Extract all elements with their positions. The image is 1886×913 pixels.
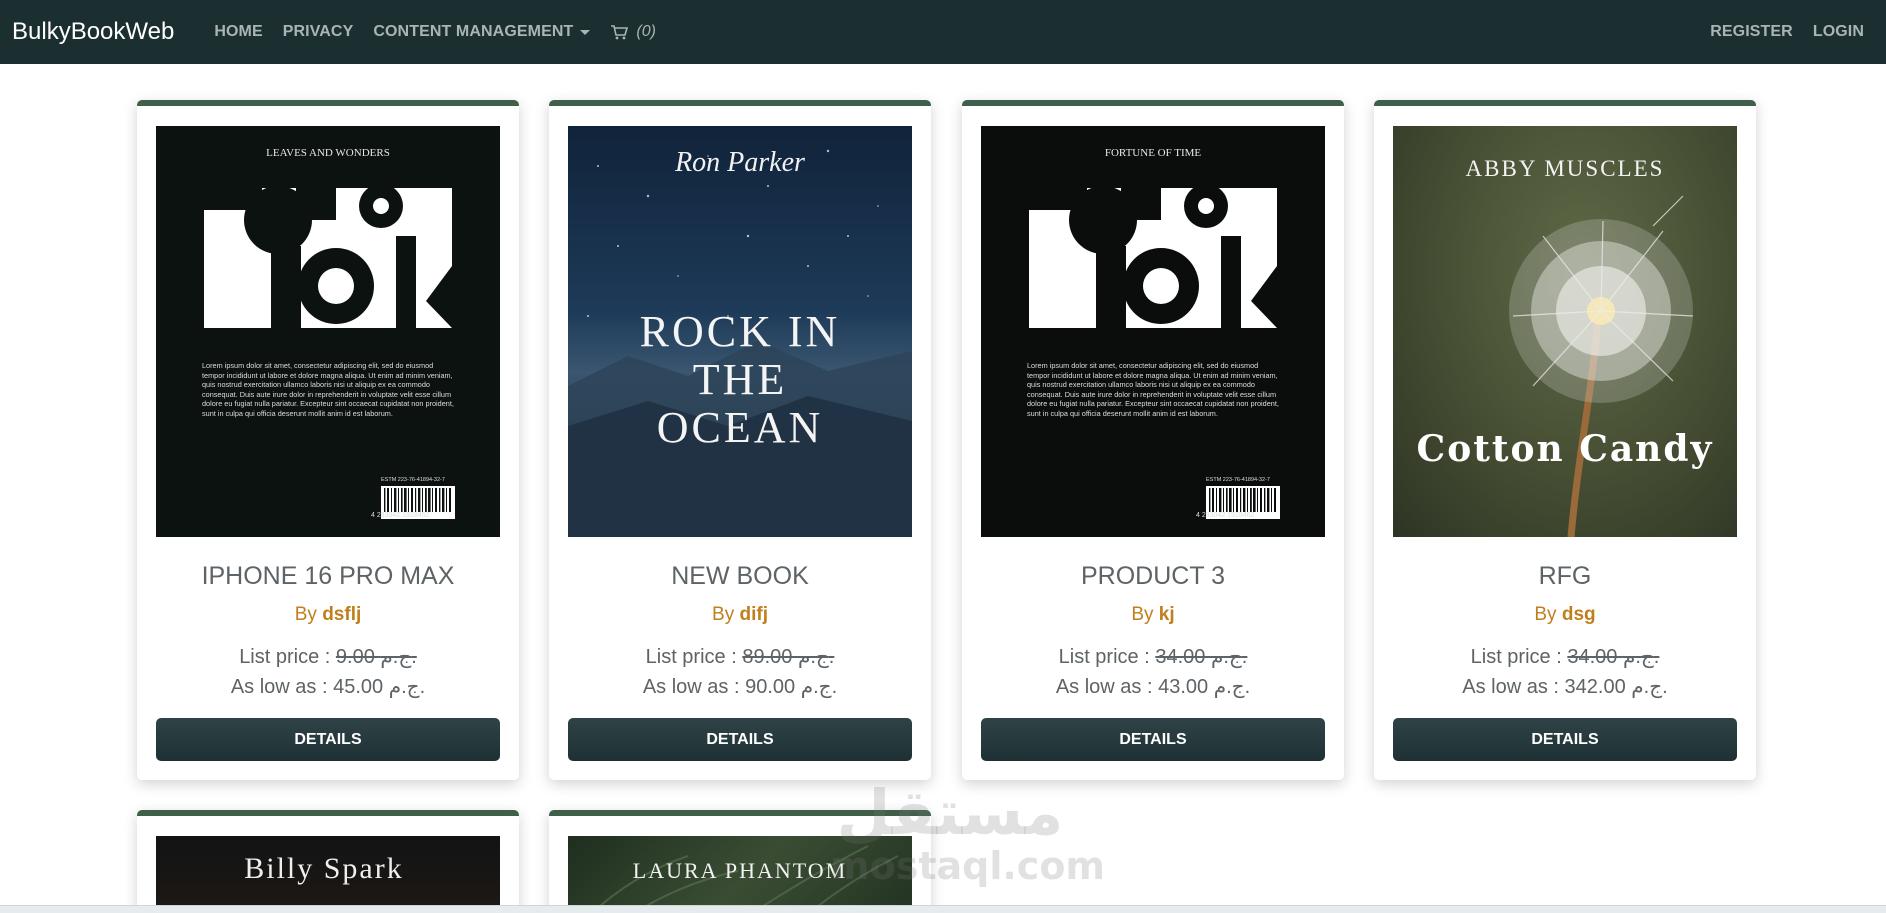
- product-author: By dsg: [1374, 604, 1756, 626]
- list-price-label: List price :: [1470, 646, 1568, 668]
- cover-subtitle: LEAVES AND WONDERS: [266, 147, 390, 159]
- list-price-value: 89.00 ج.م.: [742, 646, 835, 668]
- list-price-label: List price :: [645, 646, 743, 668]
- product-title: RFG: [1538, 562, 1592, 590]
- author-name: difj: [739, 604, 768, 625]
- product-card: FORTUNE OF TIME Lorem ipsum dolor sit am…: [962, 100, 1344, 780]
- cover-title: Cotton Candy: [1417, 428, 1714, 470]
- author-prefix: By: [712, 604, 735, 625]
- taskbar-strip: [0, 905, 1886, 913]
- cover-blurb: Lorem ipsum dolor sit amet, consectetur …: [1027, 361, 1279, 418]
- low-price-value: 43.00 ج.م.: [1158, 676, 1251, 698]
- details-button[interactable]: DETAILS: [156, 718, 500, 761]
- author-prefix: By: [294, 604, 317, 625]
- cover-author: Ron Parker: [674, 147, 805, 178]
- product-title: PRODUCT 3: [1080, 562, 1225, 590]
- details-button[interactable]: DETAILS: [981, 718, 1325, 761]
- low-price-row: As low as : 90.00 ج.م.: [549, 674, 931, 699]
- book-cover-image[interactable]: FORTUNE OF TIME Lorem ipsum dolor sit am…: [981, 126, 1325, 537]
- author-name: dsflj: [322, 604, 362, 625]
- cover-isbn: ESTM 223-76-41894-32-7: [381, 477, 445, 483]
- product-card: LEAVES AND WONDERS Lorem ipsum dolor sit…: [137, 100, 519, 780]
- watermark-arabic: مستقل: [836, 776, 1064, 849]
- cover-barcode-number: 4 293042 1928462: [1196, 512, 1254, 519]
- book-cover-image[interactable]: LEAVES AND WONDERS Lorem ipsum dolor sit…: [156, 126, 500, 537]
- cover-title-line: THE: [693, 355, 788, 404]
- cover-subtitle: FORTUNE OF TIME: [1105, 147, 1202, 159]
- cart-link[interactable]: (0): [610, 23, 656, 41]
- low-price-label: As low as :: [642, 676, 746, 698]
- nav-right-group: REGISTER LOGIN: [1700, 23, 1874, 41]
- low-price-label: As low as :: [1055, 676, 1159, 698]
- nav-login[interactable]: LOGIN: [1813, 23, 1864, 41]
- watermark-latin: mostaql.com: [830, 844, 1106, 888]
- cover-isbn: ESTM 223-76-41894-32-7: [1206, 477, 1270, 483]
- cover-author: Billy Spark: [244, 852, 404, 885]
- nav-home[interactable]: HOME: [214, 23, 262, 41]
- product-card: ABBY MUSCLES Cotton Candy RFG By dsg Lis…: [1374, 100, 1756, 780]
- list-price-value: 34.00 ج.م.: [1567, 646, 1660, 668]
- product-author: By dsflj: [137, 604, 519, 626]
- list-price-value: 9.00 ج.م.: [335, 646, 417, 668]
- list-price-label: List price :: [239, 646, 336, 668]
- low-price-label: As low as :: [1462, 676, 1565, 698]
- nav-content-management-dropdown[interactable]: CONTENT MANAGEMENT: [373, 23, 591, 41]
- product-author: By difj: [549, 604, 931, 626]
- low-price-label: As low as :: [230, 676, 334, 698]
- book-cover-image[interactable]: ABBY MUSCLES Cotton Candy: [1393, 126, 1737, 537]
- caret-down-icon: [580, 29, 591, 35]
- list-price-row: List price : 34.00 ج.م.: [962, 644, 1344, 669]
- book-cover-image[interactable]: Ron Parker ROCK IN THE OCEAN: [568, 126, 912, 537]
- book-cover-image[interactable]: Billy Spark: [156, 836, 500, 913]
- author-name: dsg: [1561, 604, 1596, 625]
- product-card: Billy Spark: [137, 810, 519, 913]
- list-price-label: List price :: [1058, 646, 1156, 668]
- product-title: IPHONE 16 PRO MAX: [201, 562, 455, 590]
- watermark: مستقل mostaql.com: [830, 776, 1106, 888]
- brand-link[interactable]: BulkyBookWeb: [12, 18, 174, 46]
- low-price-value: 45.00 ج.م.: [333, 676, 426, 698]
- cover-author: LAURA PHANTOM: [633, 858, 847, 883]
- nav-register[interactable]: REGISTER: [1710, 23, 1793, 41]
- details-button[interactable]: DETAILS: [568, 718, 912, 761]
- author-prefix: By: [1534, 604, 1557, 625]
- cover-title-line: OCEAN: [657, 403, 824, 452]
- nav-content-management-label: CONTENT MANAGEMENT: [373, 23, 574, 40]
- list-price-row: List price : 9.00 ج.م.: [137, 644, 519, 669]
- product-author: By kj: [962, 604, 1344, 626]
- author-prefix: By: [1131, 604, 1154, 625]
- nav-privacy[interactable]: PRIVACY: [283, 23, 354, 41]
- cover-blurb: Lorem ipsum dolor sit amet, consectetur …: [202, 361, 454, 418]
- list-price-row: List price : 34.00 ج.م.: [1374, 644, 1756, 669]
- cover-author: ABBY MUSCLES: [1466, 156, 1665, 181]
- cover-title-line: ROCK IN: [640, 307, 841, 356]
- product-card: Ron Parker ROCK IN THE OCEAN NEW BOOK By…: [549, 100, 931, 780]
- list-price-value: 34.00 ج.م.: [1155, 646, 1248, 668]
- product-title: NEW BOOK: [671, 562, 809, 590]
- top-navbar: BulkyBookWeb HOME PRIVACY CONTENT MANAGE…: [0, 0, 1886, 64]
- low-price-row: As low as : 342.00 ج.م.: [1374, 674, 1756, 699]
- low-price-row: As low as : 45.00 ج.م.: [137, 674, 519, 699]
- details-button[interactable]: DETAILS: [1393, 718, 1737, 761]
- author-name: kj: [1158, 604, 1175, 625]
- low-price-value: 342.00 ج.م.: [1564, 676, 1668, 698]
- cart-icon: [611, 25, 629, 40]
- low-price-value: 90.00 ج.م.: [745, 676, 838, 698]
- cover-barcode-number: 4 293042 1928462: [371, 512, 429, 519]
- list-price-row: List price : 89.00 ج.م.: [549, 644, 931, 669]
- low-price-row: As low as : 43.00 ج.م.: [962, 674, 1344, 699]
- cart-count: (0): [636, 23, 656, 40]
